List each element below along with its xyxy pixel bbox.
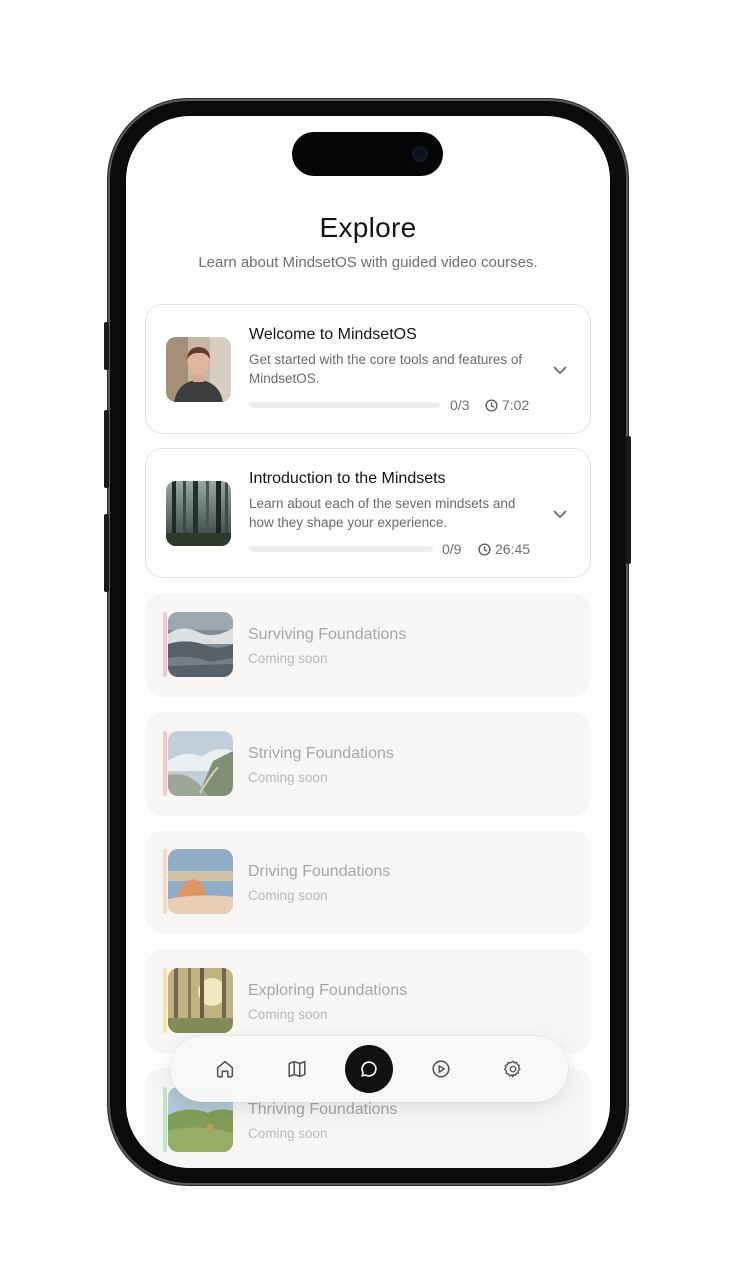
course-thumbnail: [168, 731, 233, 796]
coming-soon-label: Coming soon: [248, 888, 328, 903]
course-description: Learn about each of the seven mindsets a…: [249, 496, 516, 530]
course-thumbnail: [168, 968, 233, 1033]
course-description: Get started with the core tools and feat…: [249, 352, 523, 386]
power-button: [626, 436, 631, 564]
course-title: Introduction to the Mindsets: [249, 470, 446, 487]
page-title: Explore: [319, 212, 417, 243]
course-card-welcome[interactable]: Welcome to MindsetOS Get started with th…: [145, 304, 591, 434]
course-thumbnail: [168, 849, 233, 914]
lesson-count: 0/3: [450, 397, 470, 413]
course-title: Surviving Foundations: [248, 626, 407, 643]
upcoming-card-driving: Driving Foundations Coming soon: [145, 830, 591, 934]
coming-soon-label: Coming soon: [248, 770, 328, 785]
map-icon: [288, 1060, 306, 1078]
home-icon: [216, 1060, 234, 1078]
lesson-count: 0/9: [442, 541, 462, 557]
chevron-down-icon[interactable]: [552, 506, 568, 522]
accent-stripe: [163, 612, 167, 677]
duration: 7:02: [485, 397, 529, 413]
dynamic-island: [292, 132, 443, 176]
nav-play[interactable]: [417, 1045, 465, 1093]
nav-home[interactable]: [201, 1045, 249, 1093]
page-subtitle: Learn about MindsetOS with guided video …: [198, 254, 538, 271]
course-title: Exploring Foundations: [248, 982, 408, 999]
course-title: Striving Foundations: [248, 745, 394, 762]
course-thumbnail: [166, 481, 231, 546]
progress-bar: [249, 546, 433, 552]
nav-map[interactable]: [273, 1045, 321, 1093]
accent-stripe: [163, 731, 167, 796]
course-thumbnail: [166, 337, 231, 402]
camera-icon: [412, 146, 428, 162]
mute-switch: [104, 322, 109, 370]
volume-down-button: [104, 514, 109, 592]
clock-icon: [485, 398, 498, 412]
duration-text: 7:02: [502, 397, 530, 413]
nav-chat[interactable]: [345, 1045, 393, 1093]
coming-soon-label: Coming soon: [248, 1007, 328, 1022]
bottom-nav: [170, 1036, 568, 1102]
play-icon: [432, 1060, 450, 1078]
upcoming-card-striving: Striving Foundations Coming soon: [145, 712, 591, 816]
duration-text: 26:45: [495, 541, 531, 557]
course-thumbnail: [168, 612, 233, 677]
accent-stripe: [163, 849, 167, 914]
app-screen: Explore Learn about MindsetOS with guide…: [126, 116, 610, 1168]
course-title: Thriving Foundations: [248, 1101, 398, 1118]
gear-icon: [504, 1060, 521, 1078]
progress-bar: [249, 402, 440, 408]
upcoming-card-surviving: Surviving Foundations Coming soon: [145, 593, 591, 697]
coming-soon-label: Coming soon: [248, 651, 328, 666]
course-title: Driving Foundations: [248, 863, 391, 880]
chevron-down-icon[interactable]: [552, 362, 568, 378]
course-title: Welcome to MindsetOS: [249, 326, 417, 343]
accent-stripe: [163, 1087, 167, 1152]
chat-icon: [361, 1061, 377, 1077]
course-card-mindsets[interactable]: Introduction to the Mindsets Learn about…: [145, 448, 591, 578]
coming-soon-label: Coming soon: [248, 1126, 328, 1141]
accent-stripe: [163, 968, 167, 1033]
clock-icon: [478, 542, 491, 556]
nav-settings[interactable]: [489, 1045, 537, 1093]
volume-up-button: [104, 410, 109, 488]
duration: 26:45: [478, 541, 530, 557]
